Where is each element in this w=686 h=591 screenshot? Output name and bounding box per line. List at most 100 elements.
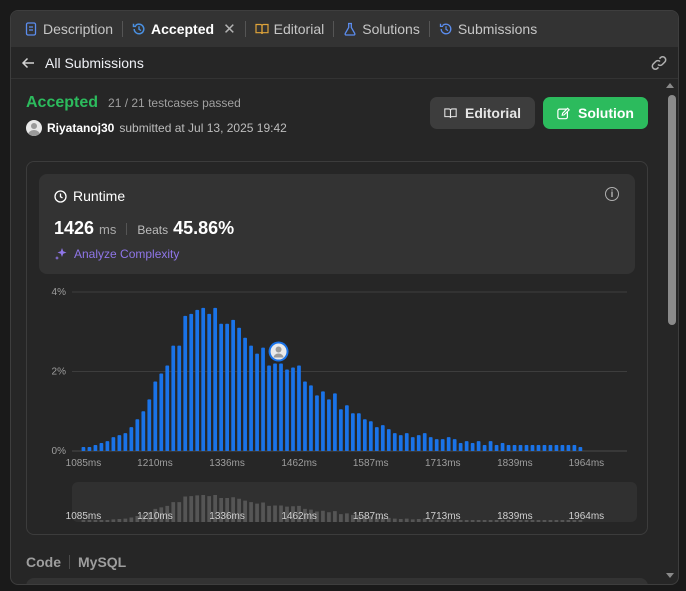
chart-bar: [518, 445, 523, 451]
chart-bar: [207, 313, 212, 451]
scrollbar-thumb[interactable]: [668, 95, 676, 325]
tab-description[interactable]: Description: [17, 11, 120, 47]
chart-bar: [488, 441, 493, 451]
submitted-at: submitted at Jul 13, 2025 19:42: [119, 121, 287, 135]
chart-bar: [243, 337, 247, 451]
chart-bar: [177, 345, 182, 451]
chart-bar: [524, 445, 529, 451]
overview-bar: [189, 496, 194, 522]
chart-bar: [195, 309, 200, 451]
solution-button[interactable]: Solution: [543, 97, 648, 129]
overview-bar: [392, 518, 397, 522]
runtime-box[interactable]: Runtime i 1426 ms Beats 45.86% Analyze C…: [39, 174, 635, 274]
overview-tick-label: 1713ms: [425, 511, 461, 522]
x-tick-label: 1462ms: [281, 458, 317, 469]
x-tick-label: 1587ms: [353, 458, 389, 469]
beats-label: Beats: [137, 223, 169, 237]
solution-button-label: Solution: [578, 105, 634, 121]
tab-label: Solutions: [362, 21, 420, 37]
chart-bar: [476, 441, 481, 451]
scroll-up-arrow[interactable]: [666, 83, 674, 88]
chart-bar: [285, 369, 289, 451]
overview-tick-label: 1336ms: [209, 511, 245, 522]
chart-bar: [428, 437, 433, 451]
tab-accepted[interactable]: Accepted ✕: [125, 11, 243, 47]
avatar[interactable]: [26, 120, 42, 136]
chart-bar: [410, 437, 415, 451]
testcases-passed: 21 / 21 testcases passed: [108, 96, 241, 110]
tab-submissions[interactable]: Submissions: [432, 11, 544, 47]
overview-bar: [464, 520, 469, 522]
analyze-complexity-button[interactable]: Analyze Complexity: [54, 247, 179, 261]
performance-card: Runtime i 1426 ms Beats 45.86% Analyze C…: [26, 161, 648, 535]
chart-bar: [362, 419, 367, 451]
overview-bar: [261, 502, 265, 522]
chart-bar: [225, 323, 230, 451]
editorial-button[interactable]: Editorial: [430, 97, 535, 129]
chart-bar: [87, 447, 92, 451]
link-icon[interactable]: [650, 55, 668, 71]
overview-bar: [416, 519, 421, 522]
tab-editorial[interactable]: Editorial: [248, 11, 332, 47]
chart-bar: [183, 315, 188, 451]
chart-bar: [464, 441, 469, 451]
scroll-down-arrow[interactable]: [666, 573, 674, 578]
overview-bar: [488, 520, 493, 522]
tab-divider: [122, 21, 124, 37]
chart-bar: [213, 307, 218, 451]
overview-bar: [195, 495, 200, 522]
tab-label: Accepted: [151, 21, 215, 37]
chart-bar: [404, 433, 409, 451]
overview-bar: [470, 520, 475, 522]
chart-bar: [374, 427, 379, 451]
overview-bar: [255, 503, 259, 522]
x-tick-label: 1210ms: [137, 458, 173, 469]
overview-bar: [554, 520, 559, 522]
chart-bar: [339, 409, 343, 451]
runtime-unit: ms: [99, 222, 117, 237]
all-submissions-link[interactable]: All Submissions: [45, 55, 144, 71]
chart-bar: [434, 439, 439, 451]
x-tick-label: 1085ms: [66, 458, 102, 469]
username[interactable]: Riyatanoj30: [47, 121, 114, 135]
overview-bar: [105, 520, 110, 522]
chart-bar: [273, 363, 277, 451]
tab-solutions[interactable]: Solutions: [336, 11, 427, 47]
chart-bar: [380, 425, 385, 451]
overview-bar: [410, 519, 415, 522]
x-tick-label: 1336ms: [209, 458, 245, 469]
avatar-head: [275, 346, 282, 353]
chart-bar: [159, 373, 164, 451]
chart-bar: [165, 365, 170, 451]
tab-divider: [333, 21, 335, 37]
overview-tick-label: 1210ms: [137, 511, 173, 522]
edit-icon: [557, 107, 570, 119]
tab-divider: [244, 21, 246, 37]
chart-bar: [315, 395, 319, 451]
chart-bar: [578, 447, 583, 451]
history-icon: [132, 23, 145, 35]
overview-tick-label: 1587ms: [353, 511, 389, 522]
code-header: Code MySQL: [26, 554, 126, 570]
language-label: MySQL: [78, 554, 127, 570]
chart-bar: [345, 405, 349, 451]
overview-bar: [201, 495, 206, 522]
chart-bar: [279, 363, 283, 451]
chart-bar: [189, 313, 194, 451]
info-icon[interactable]: i: [605, 187, 619, 201]
chart-bar: [249, 345, 253, 451]
close-icon[interactable]: ✕: [223, 20, 236, 38]
overview-tick-label: 1085ms: [66, 511, 102, 522]
chart-bar: [327, 399, 331, 451]
chart-bar: [291, 367, 295, 451]
overview-tick-label: 1964ms: [569, 511, 605, 522]
overview-bar: [267, 505, 271, 522]
chart-bar: [356, 413, 361, 451]
chart-bar: [141, 411, 146, 451]
tab-divider: [428, 21, 430, 37]
editorial-button-label: Editorial: [464, 105, 521, 121]
chart-bar: [512, 445, 517, 451]
overview-bar: [542, 520, 547, 522]
arrow-left-icon[interactable]: [21, 56, 35, 70]
history-icon: [439, 23, 452, 35]
